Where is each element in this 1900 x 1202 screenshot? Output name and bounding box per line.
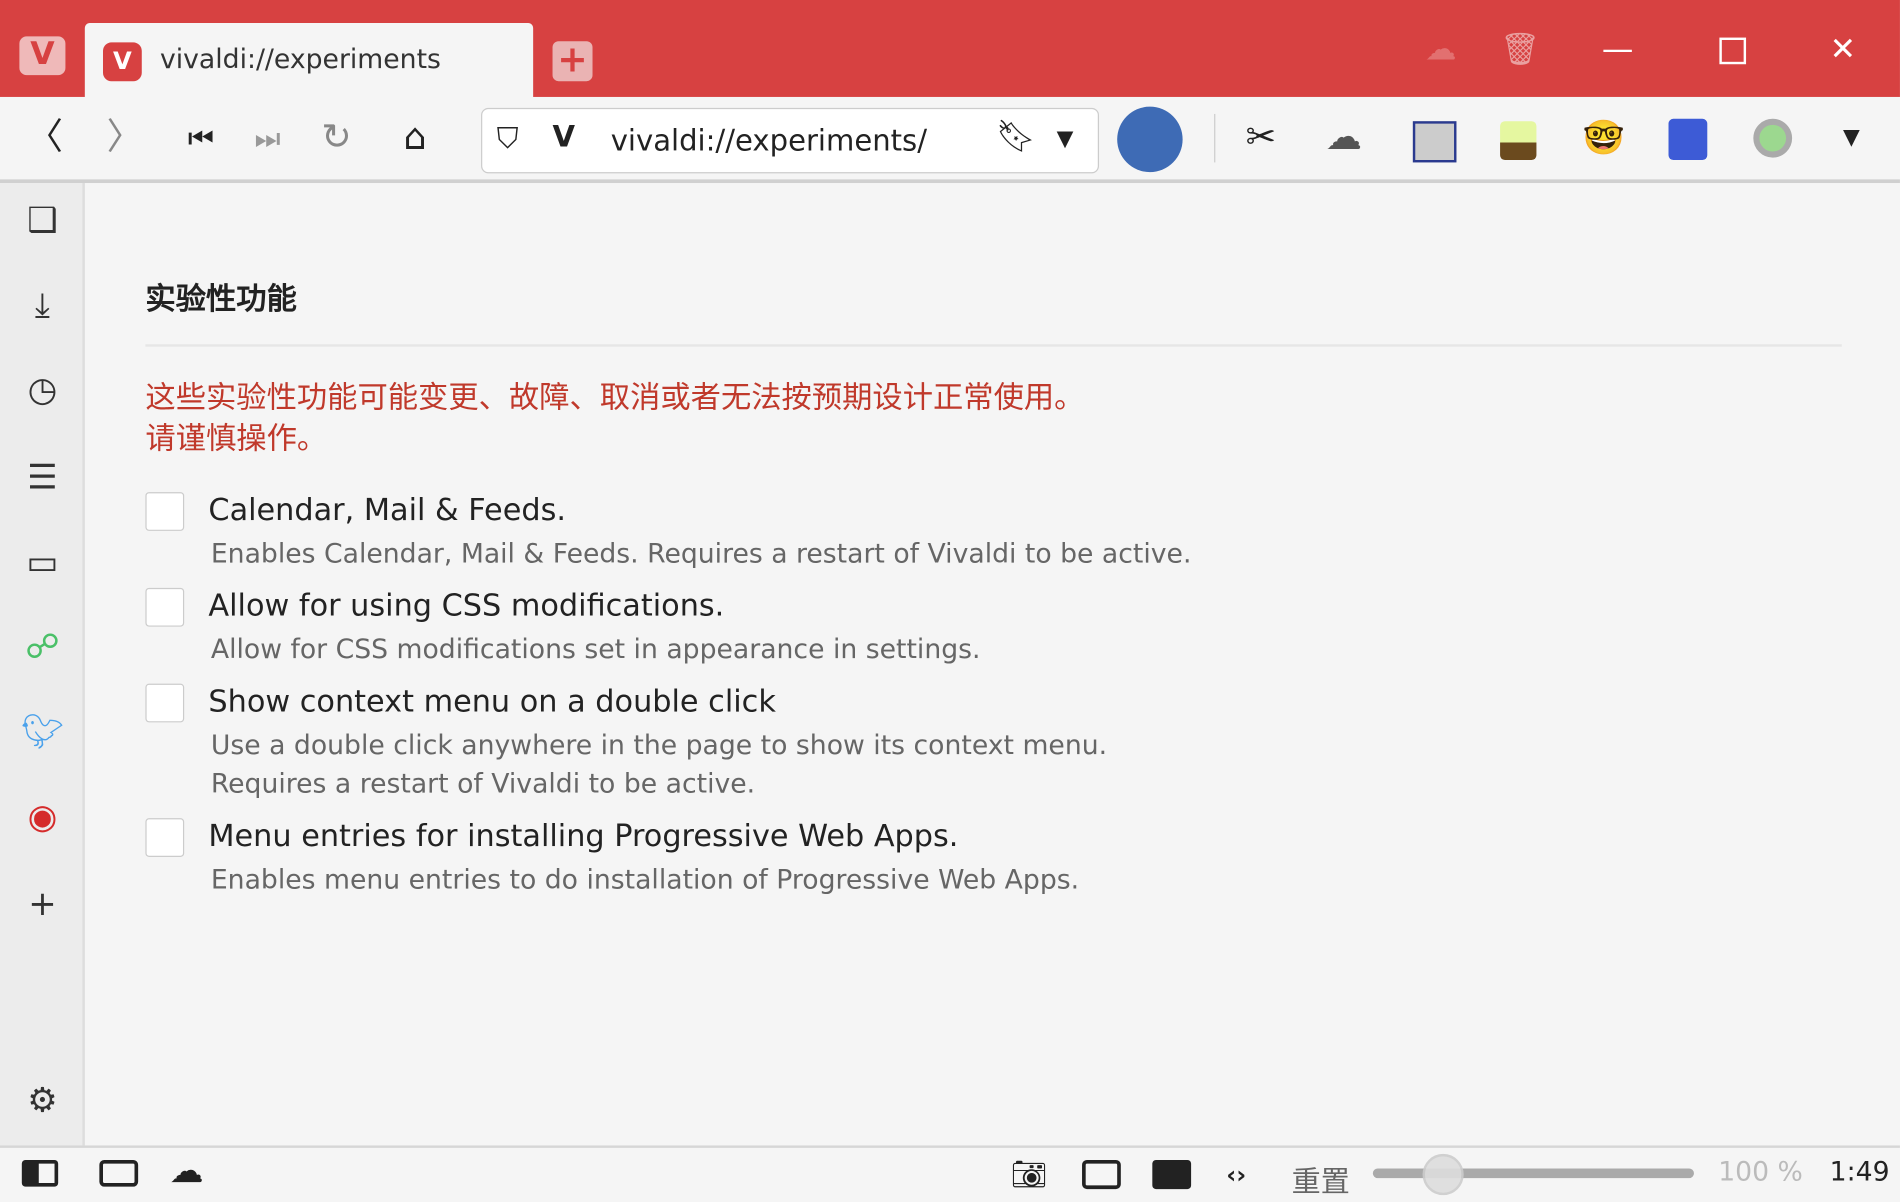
option-description: Enables menu entries to do installation … <box>210 865 1080 896</box>
close-button[interactable]: ✕ <box>1830 32 1856 68</box>
rewind-button[interactable]: ⏮ <box>188 116 214 160</box>
history-panel-icon[interactable]: ◷ <box>21 370 65 410</box>
vivaldi-menu-button[interactable]: V <box>19 36 66 76</box>
capture-scissors-icon[interactable]: ✂ <box>1246 116 1276 160</box>
option-label[interactable]: Show context menu on a double click <box>208 684 775 719</box>
add-web-panel-icon[interactable]: + <box>21 884 65 924</box>
checkbox[interactable] <box>145 492 185 531</box>
extension-forest-icon[interactable] <box>1500 121 1537 160</box>
page-title: 实验性功能 <box>145 281 297 317</box>
images-toggle-icon[interactable] <box>1152 1159 1192 1190</box>
extension-glasses-icon[interactable]: 🤓 <box>1582 116 1624 160</box>
experiments-page: 实验性功能 这些实验性功能可能变更、故障、取消或者无法按预期设计正常使用。 请谨… <box>85 183 1900 1145</box>
bitwarden-icon[interactable] <box>1668 118 1708 160</box>
panel-toggle-icon[interactable] <box>21 1159 59 1187</box>
vivaldi-favicon-icon: V <box>102 42 142 82</box>
checkbox[interactable] <box>145 587 185 627</box>
bookmarks-panel-icon[interactable]: ❑ <box>21 200 65 240</box>
page-tiling-icon[interactable] <box>1082 1159 1121 1190</box>
reload-button[interactable]: ↻ <box>321 116 351 160</box>
maximize-button[interactable] <box>1719 37 1747 65</box>
description-line: Requires a restart of Vivaldi to be acti… <box>210 769 756 800</box>
zoom-slider[interactable] <box>1372 1168 1694 1179</box>
vivaldi-page-icon: V <box>552 119 576 154</box>
window-panel-icon[interactable]: ▭ <box>21 542 65 582</box>
web-panel-green-icon[interactable]: ☍ <box>21 627 65 667</box>
option-description: Enables Calendar, Mail & Feeds. Requires… <box>210 539 1192 570</box>
option-description: Allow for CSS modifications set in appea… <box>210 635 981 666</box>
toolbar-divider <box>1214 113 1216 163</box>
divider <box>145 344 1842 347</box>
cloud-extension-icon[interactable]: ☁ <box>1326 116 1362 160</box>
notes-panel-icon[interactable]: ☰ <box>21 457 65 497</box>
tab-tiling-icon[interactable] <box>99 1159 139 1187</box>
home-button[interactable]: ⌂ <box>403 116 426 160</box>
warning-line: 请谨慎操作。 <box>145 420 328 456</box>
bookmark-icon[interactable]: 🔖︎ <box>996 119 1036 155</box>
shield-icon[interactable]: ⛉ <box>497 121 519 155</box>
clock: 1:49 <box>1829 1157 1890 1188</box>
new-tab-button[interactable]: + <box>552 41 593 82</box>
trash-icon[interactable]: 🗑 <box>1500 32 1540 68</box>
zoom-level: 100 % <box>1718 1157 1803 1188</box>
sync-cloud-icon[interactable]: ☁ <box>1425 32 1457 68</box>
option-label[interactable]: Menu entries for installing Progressive … <box>208 818 958 853</box>
sync-status-cloud-icon[interactable]: ☁ <box>170 1150 204 1190</box>
tab-experiments[interactable]: V vivaldi://experiments <box>84 23 534 99</box>
capture-camera-icon[interactable]: 📷︎ <box>1011 1158 1048 1192</box>
option-label[interactable]: Calendar, Mail & Feeds. <box>208 492 566 527</box>
warning-text: 这些实验性功能可能变更、故障、取消或者无法按预期设计正常使用。 请谨慎操作。 <box>145 377 1084 459</box>
extension-reader-icon[interactable] <box>1412 121 1457 163</box>
settings-gear-icon[interactable]: ⚙ <box>21 1080 65 1120</box>
address-bar[interactable]: ⛉ V vivaldi://experiments/ 🔖︎ ▼ <box>481 107 1100 174</box>
checkbox[interactable] <box>145 818 185 857</box>
forward-button[interactable]: 〉 <box>107 116 143 160</box>
url-input[interactable]: vivaldi://experiments/ <box>611 124 927 158</box>
profile-avatar[interactable] <box>1117 106 1183 173</box>
fast-forward-button[interactable]: ⏭ <box>254 116 280 160</box>
side-panel: ❑ ⤓ ◷ ☰ ▭ ☍ 🐦︎ ◉ + ⚙ <box>0 183 85 1146</box>
zoom-slider-handle[interactable] <box>1422 1153 1464 1196</box>
address-dropdown-icon[interactable]: ▼ <box>1057 126 1074 151</box>
weibo-icon[interactable]: ◉ <box>21 796 65 836</box>
twitter-icon[interactable]: 🐦︎ <box>21 712 65 752</box>
zoom-reset-button[interactable]: 重置 <box>1292 1158 1350 1200</box>
warning-line: 这些实验性功能可能变更、故障、取消或者无法按预期设计正常使用。 <box>145 379 1085 415</box>
option-description: Use a double click anywhere in the page … <box>211 727 1107 805</box>
extension-status-icon[interactable] <box>1753 118 1793 158</box>
description-line: Use a double click anywhere in the page … <box>210 730 1108 762</box>
page-actions-icon[interactable]: ‹› <box>1226 1160 1246 1189</box>
back-button[interactable]: 〈 <box>27 116 63 160</box>
downloads-panel-icon[interactable]: ⤓ <box>21 285 65 326</box>
minimize-button[interactable]: — <box>1602 32 1634 68</box>
extensions-dropdown-icon[interactable]: ▼ <box>1843 116 1860 160</box>
option-label[interactable]: Allow for using CSS modifications. <box>208 588 724 623</box>
checkbox[interactable] <box>145 683 185 723</box>
tab-title: vivaldi://experiments <box>159 44 441 76</box>
